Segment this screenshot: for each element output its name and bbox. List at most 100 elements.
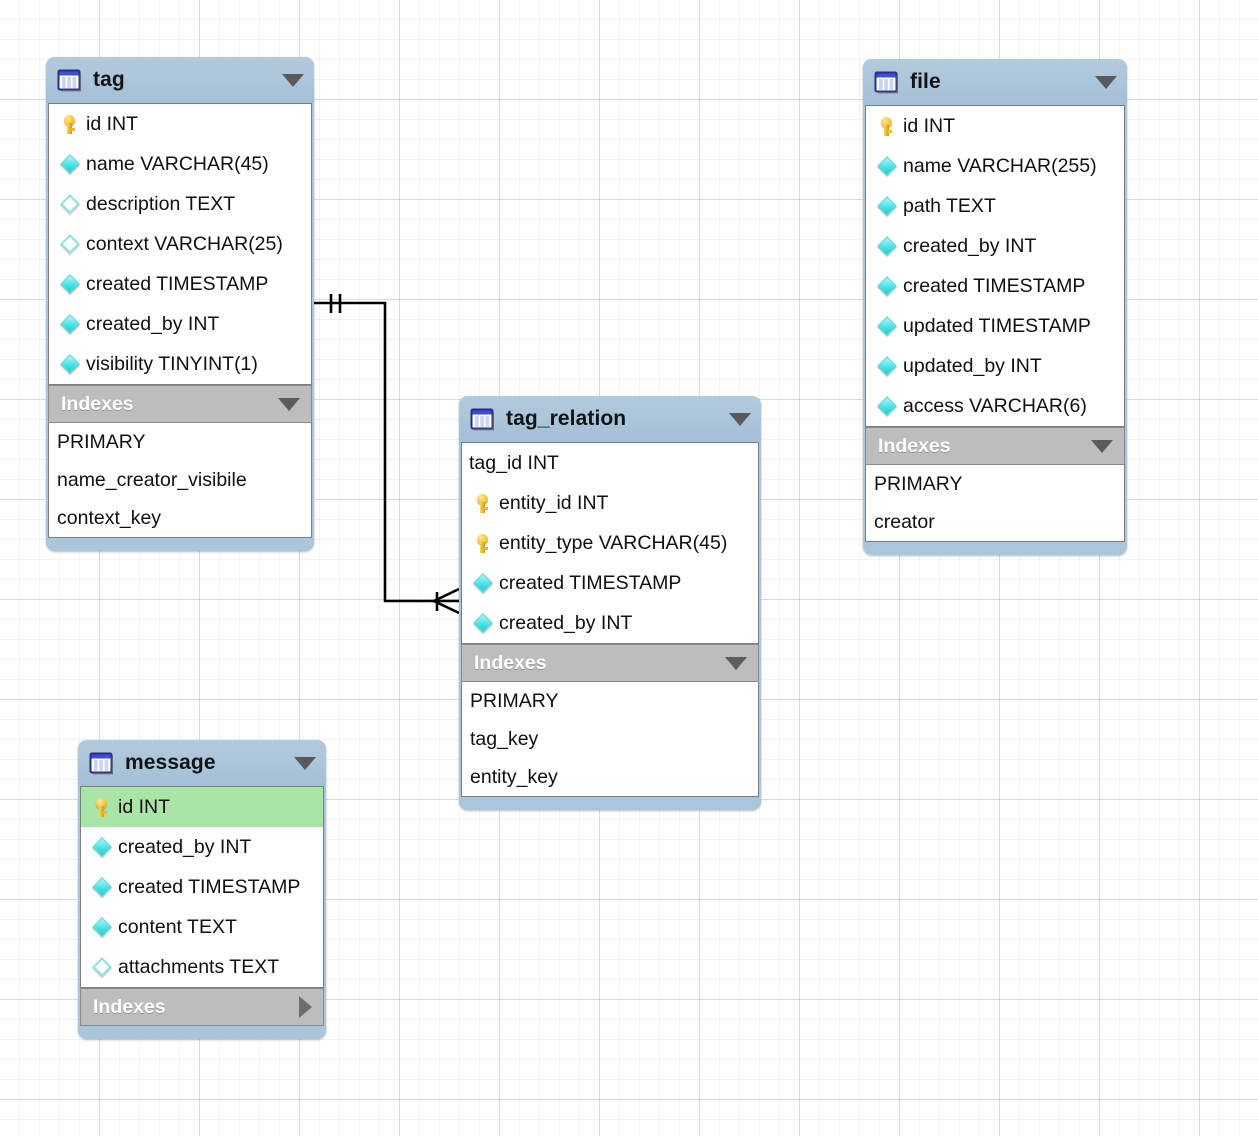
column-label: id INT (118, 795, 171, 818)
table-header-message[interactable]: message (78, 740, 326, 786)
table-file[interactable]: file id INT name VARCHAR(255) path TEXT crea… (863, 59, 1127, 555)
index-row[interactable]: creator (866, 503, 1124, 541)
indexes-label: Indexes (93, 995, 166, 1018)
column-row[interactable]: access VARCHAR(6) (866, 386, 1124, 426)
column-label: description TEXT (86, 192, 236, 215)
index-row[interactable]: PRIMARY (866, 465, 1124, 503)
column-row[interactable]: entity_type VARCHAR(45) (462, 523, 758, 563)
column-row[interactable]: created TIMESTAMP (81, 867, 323, 907)
column-row[interactable]: name VARCHAR(255) (866, 146, 1124, 186)
table-title: tag (93, 68, 125, 91)
column-label: name VARCHAR(255) (903, 154, 1097, 177)
index-list-file: PRIMARY creator (865, 465, 1125, 542)
chevron-down-icon[interactable] (1091, 439, 1113, 453)
column-row[interactable]: id INT (866, 106, 1124, 146)
table-icon (874, 71, 899, 94)
diagram-canvas[interactable]: tag id INT name VARCHAR(45) description TEX… (0, 0, 1258, 1136)
index-row[interactable]: context_key (49, 499, 311, 537)
column-row[interactable]: created TIMESTAMP (462, 563, 758, 603)
cardinality-crows-foot (430, 587, 460, 615)
column-row[interactable]: updated TIMESTAMP (866, 306, 1124, 346)
column-row[interactable]: created_by INT (866, 226, 1124, 266)
column-row[interactable]: context VARCHAR(25) (49, 224, 311, 264)
indexes-section-header-tag[interactable]: Indexes (48, 385, 312, 423)
column-list-tag_relation: tag_id INT entity_id INT entity_type VARCH… (461, 442, 759, 644)
indexes-section-header-file[interactable]: Indexes (865, 427, 1125, 465)
filled-diamond-icon (874, 396, 899, 416)
column-row[interactable]: name VARCHAR(45) (49, 144, 311, 184)
index-list-tag_relation: PRIMARY tag_key entity_key (461, 682, 759, 797)
primary-key-icon (470, 493, 495, 513)
column-row[interactable]: id INT (81, 787, 323, 827)
column-row[interactable]: created TIMESTAMP (866, 266, 1124, 306)
index-row[interactable]: entity_key (462, 758, 758, 796)
filled-diamond-icon (874, 316, 899, 336)
primary-key-icon (57, 114, 82, 134)
chevron-down-icon[interactable] (294, 756, 316, 770)
chevron-down-icon[interactable] (282, 73, 304, 87)
column-row[interactable]: tag_id INT (462, 443, 758, 483)
column-label: entity_type VARCHAR(45) (499, 531, 728, 554)
column-row[interactable]: updated_by INT (866, 346, 1124, 386)
indexes-label: Indexes (61, 392, 134, 415)
table-icon (470, 408, 495, 431)
column-row[interactable]: created_by INT (49, 304, 311, 344)
indexes-label: Indexes (878, 434, 951, 457)
column-row[interactable]: entity_id INT (462, 483, 758, 523)
column-label: name VARCHAR(45) (86, 152, 269, 175)
table-header-file[interactable]: file (863, 59, 1127, 105)
column-row[interactable]: created_by INT (462, 603, 758, 643)
column-row[interactable]: visibility TINYINT(1) (49, 344, 311, 384)
table-title: message (125, 751, 216, 774)
filled-diamond-icon (470, 613, 495, 633)
filled-diamond-icon (874, 196, 899, 216)
table-message[interactable]: message id INT created_by INT created TIMES… (78, 740, 326, 1039)
filled-diamond-icon (89, 917, 114, 937)
filled-diamond-icon (874, 156, 899, 176)
column-label: created_by INT (86, 312, 220, 335)
column-label: access VARCHAR(6) (903, 394, 1087, 417)
index-row[interactable]: PRIMARY (49, 423, 311, 461)
column-row[interactable]: path TEXT (866, 186, 1124, 226)
table-title: tag_relation (506, 407, 627, 430)
index-label: name_creator_visibile (57, 468, 247, 491)
filled-diamond-icon (874, 236, 899, 256)
indexes-section-header-message[interactable]: Indexes (80, 988, 324, 1026)
chevron-right-icon[interactable] (299, 996, 312, 1018)
relationship-path (314, 301, 459, 603)
indexes-section-header-tag_relation[interactable]: Indexes (461, 644, 759, 682)
index-row[interactable]: tag_key (462, 720, 758, 758)
column-row[interactable]: id INT (49, 104, 311, 144)
chevron-down-icon[interactable] (1095, 75, 1117, 89)
index-row[interactable]: PRIMARY (462, 682, 758, 720)
primary-key-icon (874, 116, 899, 136)
filled-diamond-icon (57, 354, 82, 374)
column-row[interactable]: description TEXT (49, 184, 311, 224)
chevron-down-icon[interactable] (729, 412, 751, 426)
hollow-diamond-icon (89, 957, 114, 977)
table-title: file (910, 70, 941, 93)
relationship-tag-to-tag-relation (314, 294, 460, 615)
index-row[interactable]: name_creator_visibile (49, 461, 311, 499)
table-tag_relation[interactable]: tag_relation tag_id INT entity_id INT entit… (459, 396, 761, 810)
column-list-tag: id INT name VARCHAR(45) description TEXT co… (48, 103, 312, 385)
chevron-down-icon[interactable] (278, 397, 300, 411)
table-header-tag_relation[interactable]: tag_relation (459, 396, 761, 442)
column-row[interactable]: content TEXT (81, 907, 323, 947)
filled-diamond-icon (57, 314, 82, 334)
chevron-down-icon[interactable] (725, 656, 747, 670)
filled-diamond-icon (874, 356, 899, 376)
column-row[interactable]: created_by INT (81, 827, 323, 867)
index-label: tag_key (470, 727, 539, 750)
column-label: created_by INT (118, 835, 252, 858)
index-label: PRIMARY (874, 472, 963, 495)
table-tag[interactable]: tag id INT name VARCHAR(45) description TEX… (46, 57, 314, 551)
column-label: created TIMESTAMP (118, 875, 301, 898)
index-label: PRIMARY (470, 689, 559, 712)
column-row[interactable]: created TIMESTAMP (49, 264, 311, 304)
filled-diamond-icon (57, 274, 82, 294)
table-header-tag[interactable]: tag (46, 57, 314, 103)
index-label: creator (874, 510, 935, 533)
column-row[interactable]: attachments TEXT (81, 947, 323, 987)
column-label: path TEXT (903, 194, 996, 217)
